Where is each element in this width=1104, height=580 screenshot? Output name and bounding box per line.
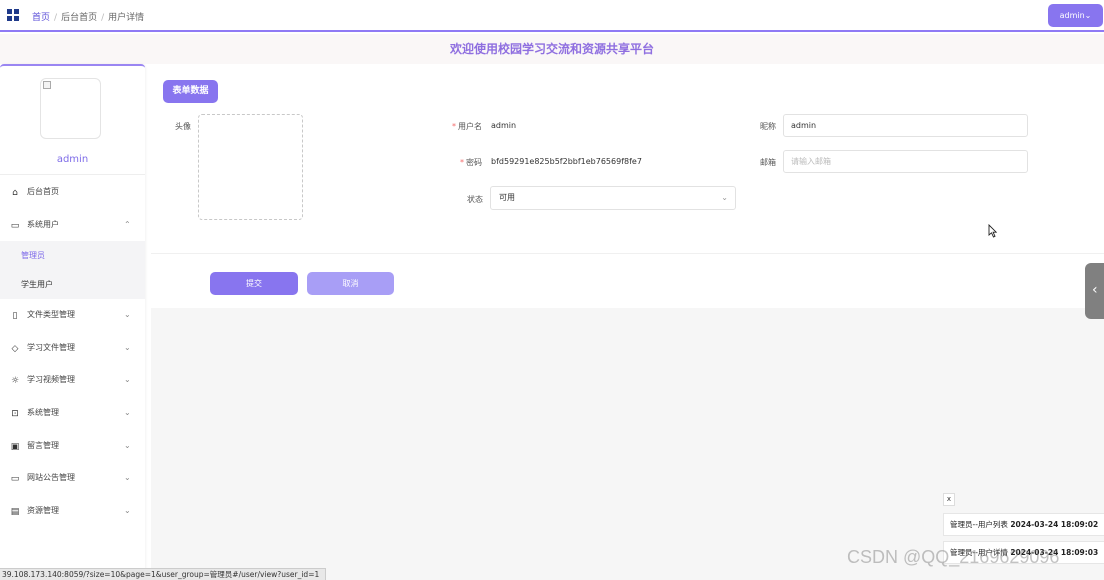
breadcrumb-separator: / (54, 13, 58, 23)
menu-grid-icon[interactable] (7, 9, 19, 21)
content-background (151, 308, 1104, 580)
chevron-down-icon: ⌄ (124, 375, 131, 385)
sidebar-item-label: 学习视频管理 (27, 375, 75, 385)
chat-icon: ▭ (10, 474, 20, 485)
home-icon: ⌂ (12, 188, 18, 198)
form-divider (151, 253, 1104, 254)
chevron-down-icon: ⌄ (124, 407, 131, 417)
avatar (40, 78, 101, 139)
sidebar-item-label: 资源管理 (27, 505, 59, 515)
archive-icon: ▤ (10, 506, 20, 517)
sidebar-menu: ⌂ 后台首页 ▭ 系统用户 ⌃ 管理员 学生用户 ▯ 文件类型管理 ⌄ ◇ 学习文件管理… (0, 176, 145, 527)
password-value: bfd59291e825b5f2bbf1eb76569f8fe7 (491, 157, 642, 166)
nickname-label: 昵称 (760, 122, 776, 131)
notification-title: 管理员--用户列表 (950, 520, 1008, 529)
sun-icon: ☼ (10, 376, 20, 387)
status-select[interactable]: 可用 ⌄ (490, 186, 736, 210)
status-bar-url: 39.108.173.140:8059/?size=10&page=1&user… (0, 568, 327, 580)
username-label: * 用户名 (452, 121, 482, 132)
top-bar: 首页 / 后台首页 / 用户详情 admin⌄ (0, 0, 1104, 32)
required-mark: * (452, 122, 456, 131)
username-label-text: 用户名 (458, 122, 482, 131)
chevron-up-icon: ⌃ (124, 219, 131, 229)
avatar-label: 头像 (175, 122, 191, 131)
chevron-down-icon: ⌄ (124, 505, 131, 515)
breadcrumb-home[interactable]: 首页 (32, 13, 50, 23)
sidebar-item-label: 文件类型管理 (27, 310, 75, 320)
tag-icon: ◇ (11, 343, 19, 354)
chevron-down-icon: ⌄ (124, 310, 131, 320)
sidebar-item-label: 学习文件管理 (27, 342, 75, 352)
sidebar-item-system-management[interactable]: ⊡ 系统管理 ⌄ (0, 397, 145, 430)
clipboard-icon: ▣ (10, 441, 20, 452)
breadcrumb-separator: / (101, 13, 105, 23)
sidebar-item-label: 后台首页 (27, 187, 59, 196)
email-input[interactable]: 请输入邮箱 (783, 150, 1028, 173)
sidebar-item-label: 系统管理 (27, 407, 59, 417)
side-panel-toggle[interactable]: ‹ (1085, 263, 1104, 319)
sidebar-subitem-students[interactable]: 学生用户 (0, 270, 145, 300)
sidebar-item-label: 网站公告管理 (27, 473, 75, 483)
sidebar: admin ⌂ 后台首页 ▭ 系统用户 ⌃ 管理员 学生用户 ▯ 文件类型管理 ⌄ ◇… (0, 64, 145, 580)
submit-button[interactable]: 提交 (210, 272, 298, 295)
username-value: admin (491, 121, 517, 130)
watermark: CSDN @QQ_2169629096 (847, 547, 1060, 567)
mouse-cursor-icon (988, 224, 997, 238)
title-band: 欢迎使用校园学习交流和资源共享平台 (0, 34, 1104, 64)
bookmark-icon: ▯ (12, 311, 18, 322)
password-label: * 密码 (460, 157, 482, 168)
sidebar-item-system-users[interactable]: ▭ 系统用户 ⌃ (0, 209, 145, 242)
sidebar-username: admin (56, 154, 89, 165)
monitor-icon: ▭ (10, 220, 20, 231)
broken-image-icon (43, 81, 51, 89)
sidebar-item-study-files[interactable]: ◇ 学习文件管理 ⌄ (0, 332, 145, 365)
inbox-icon: ⊡ (11, 408, 19, 419)
breadcrumb-dashboard[interactable]: 后台首页 (61, 13, 97, 23)
sidebar-item-announcements[interactable]: ▭ 网站公告管理 ⌄ (0, 462, 145, 495)
required-mark: * (460, 158, 464, 167)
email-label: 邮箱 (760, 158, 776, 167)
sidebar-item-messages[interactable]: ▣ 留言管理 ⌄ (0, 430, 145, 463)
notification-item[interactable]: 管理员--用户列表 2024-03-24 18:09:02 (943, 513, 1104, 536)
breadcrumb-current: 用户详情 (108, 13, 145, 23)
sidebar-item-dashboard[interactable]: ⌂ 后台首页 (0, 176, 145, 209)
page-title: 欢迎使用校园学习交流和资源共享平台 (449, 42, 654, 56)
chevron-down-icon: ⌄ (124, 473, 131, 483)
sidebar-item-resources[interactable]: ▤ 资源管理 ⌄ (0, 495, 145, 528)
chevron-down-icon: ⌄ (721, 193, 728, 202)
nickname-input[interactable]: admin (783, 114, 1028, 137)
chevron-down-icon: ⌄ (124, 342, 131, 352)
form-data-badge: 表单数据 (163, 80, 218, 103)
sidebar-item-label: 系统用户 (27, 219, 59, 229)
chevron-down-icon: ⌄ (124, 440, 131, 450)
sidebar-subitem-admin[interactable]: 管理员 (0, 241, 145, 271)
divider (0, 174, 145, 175)
notification-time: 2024-03-24 18:09:02 (1010, 520, 1099, 529)
status-label: 状态 (467, 195, 483, 204)
user-menu-button[interactable]: admin⌄ (1048, 4, 1103, 27)
status-value: 可用 (499, 193, 515, 202)
password-label-text: 密码 (466, 158, 482, 167)
breadcrumb: 首页 / 后台首页 / 用户详情 (32, 10, 144, 23)
cancel-button[interactable]: 取消 (307, 272, 394, 295)
sidebar-item-label: 留言管理 (27, 440, 59, 450)
chevron-left-icon: ‹ (1092, 282, 1098, 298)
sidebar-item-study-videos[interactable]: ☼ 学习视频管理 ⌄ (0, 364, 145, 397)
notifications-close-button[interactable]: x (943, 493, 955, 506)
sidebar-item-file-types[interactable]: ▯ 文件类型管理 ⌄ (0, 299, 145, 332)
avatar-upload[interactable] (198, 114, 303, 220)
